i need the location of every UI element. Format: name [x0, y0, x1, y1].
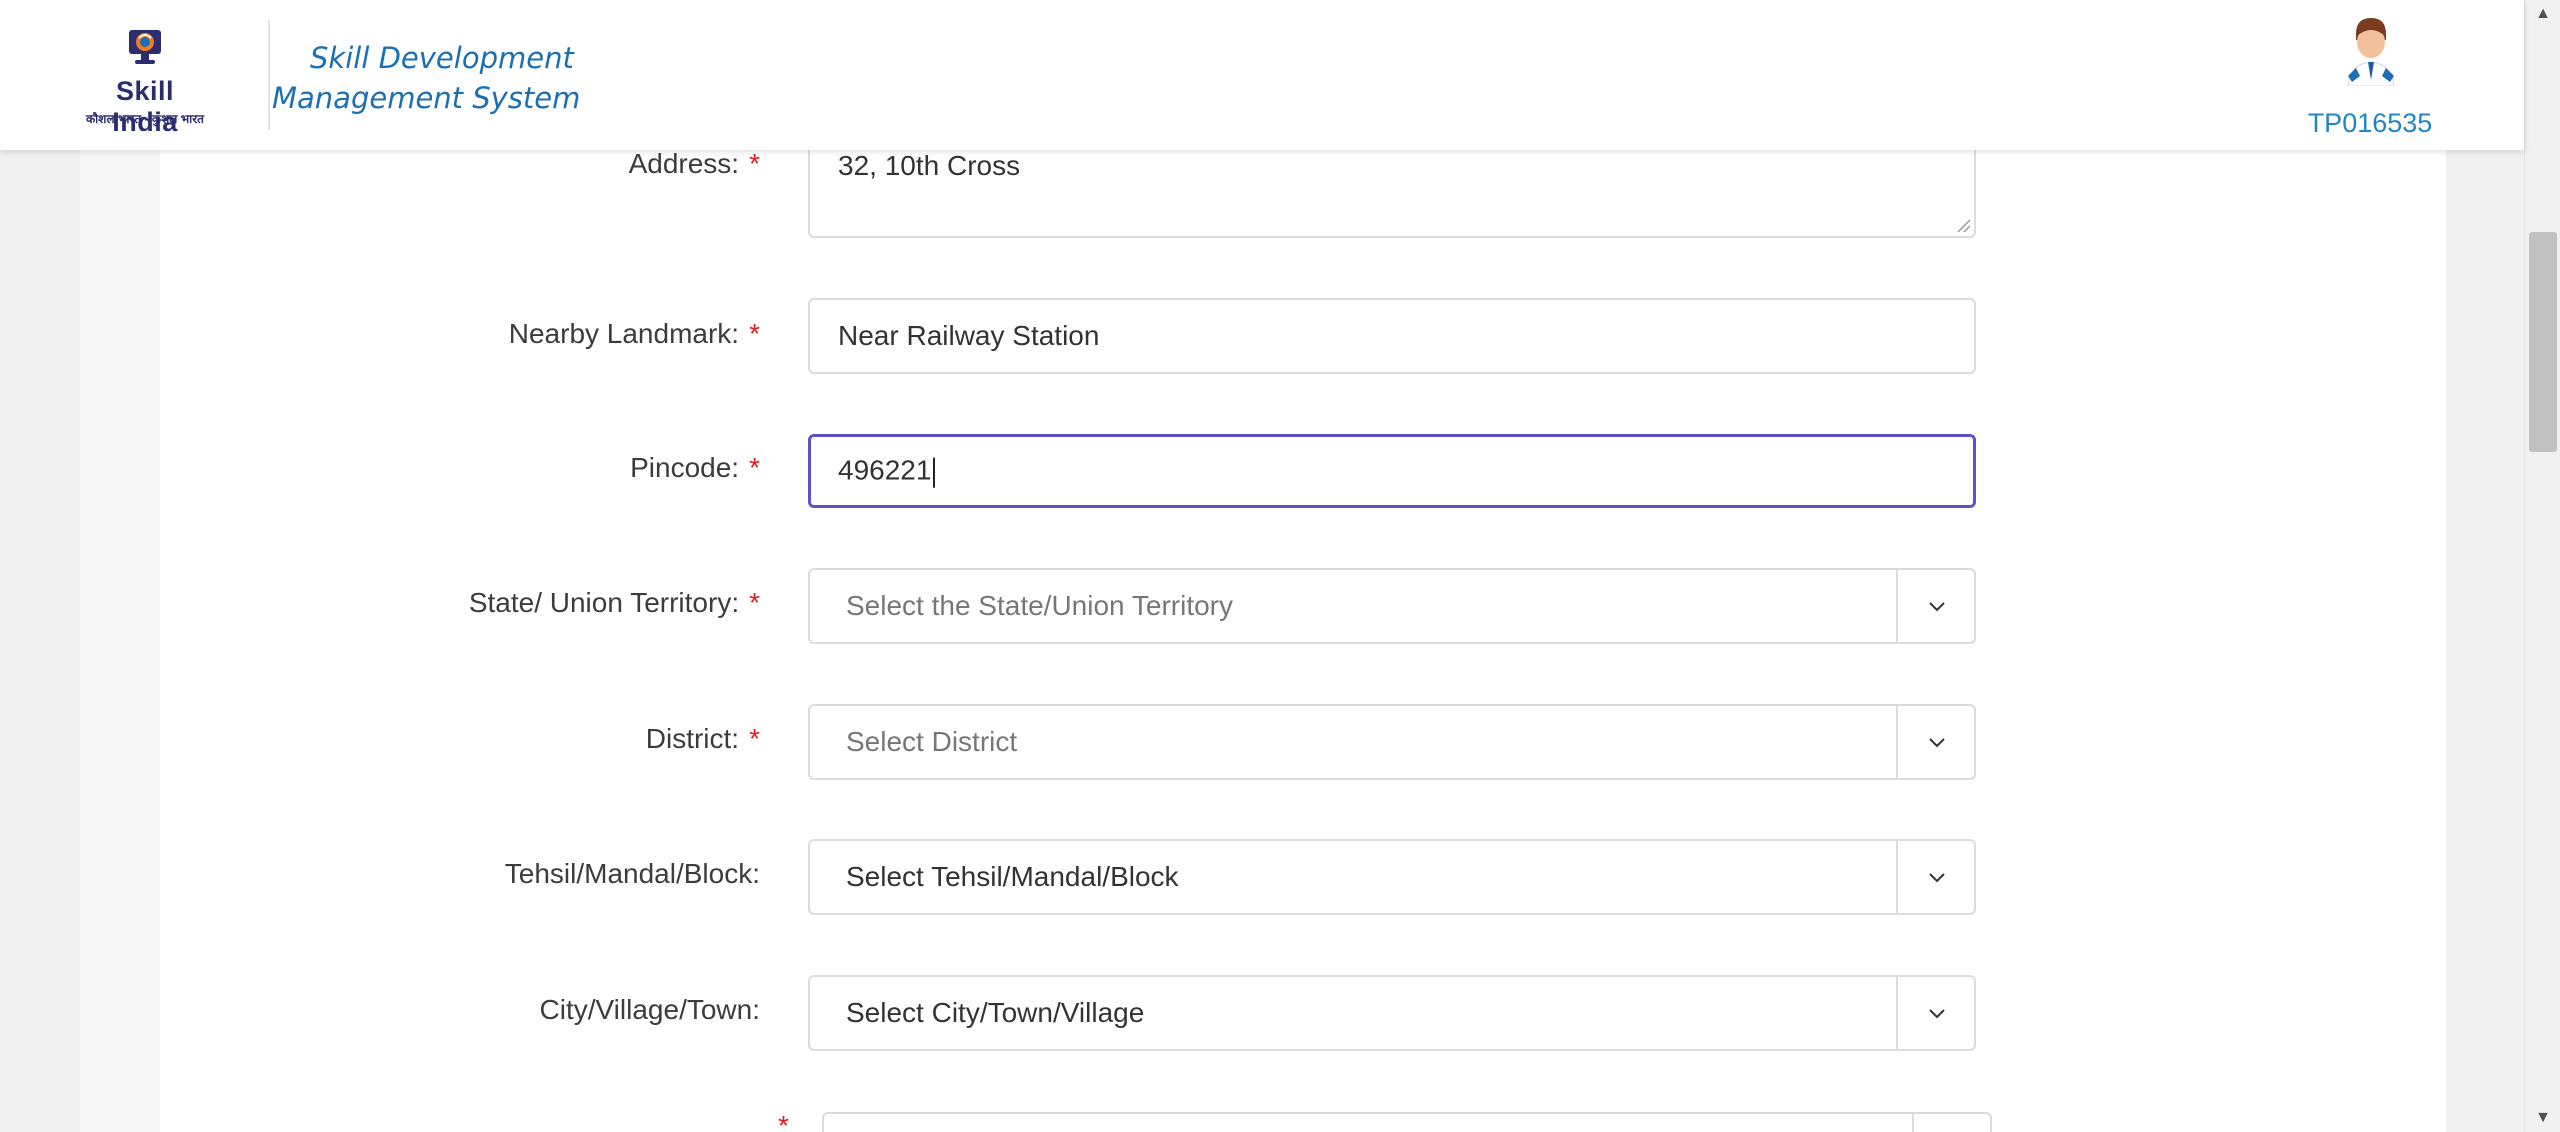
address-label: Address: * [628, 148, 760, 179]
tehsil-label: Tehsil/Mandal/Block: [504, 858, 760, 889]
address-form-card: Address: * 32, 10th Cross Nearby Landmark… [160, 0, 2446, 1132]
skill-india-logo[interactable]: Skill India कौशल भारत - कुशल भारत [80, 24, 210, 137]
required-mark: * [778, 1110, 789, 1132]
district-dropdown-toggle[interactable] [1896, 706, 1974, 778]
landmark-input[interactable]: Near Railway Station [808, 298, 1976, 374]
district-label: District: * [645, 723, 760, 754]
user-id-link[interactable]: TP016535 [2290, 108, 2450, 139]
state-label: State/ Union Territory: * [468, 587, 760, 618]
skill-india-emblem-icon [129, 30, 161, 64]
header-divider [268, 20, 270, 130]
city-label: City/Village/Town: [539, 994, 760, 1025]
chevron-down-icon [1929, 602, 1945, 612]
required-mark: * [749, 452, 760, 483]
logo-tagline: कौशल भारत - कुशल भारत [85, 112, 205, 126]
district-select[interactable]: Select District [808, 704, 1976, 780]
pincode-input[interactable]: 496221 [808, 434, 1976, 508]
chevron-down-icon [1929, 1009, 1945, 1019]
scroll-up-arrow-icon[interactable]: ▲ [2525, 0, 2560, 28]
required-mark: * [749, 587, 760, 618]
landmark-label: Nearby Landmark: * [508, 318, 760, 349]
next-select-partial[interactable] [822, 1112, 1992, 1132]
required-mark: * [749, 318, 760, 349]
tehsil-dropdown-toggle[interactable] [1896, 841, 1974, 913]
chevron-down-icon [1929, 738, 1945, 748]
text-caret [933, 457, 936, 488]
tehsil-select[interactable]: Select Tehsil/Mandal/Block [808, 839, 1976, 915]
required-mark: * [749, 723, 760, 754]
state-dropdown-toggle[interactable] [1896, 570, 1974, 642]
top-header: Skill India कौशल भारत - कुशल भारत Skill … [0, 0, 2524, 150]
scroll-down-arrow-icon[interactable]: ▼ [2525, 1104, 2560, 1132]
system-title: Skill Development Management System [272, 41, 581, 115]
resize-grip-icon[interactable] [1954, 216, 1972, 234]
user-avatar-icon[interactable] [2338, 14, 2404, 86]
city-select[interactable]: Select City/Town/Village [808, 975, 1976, 1051]
chevron-down-icon [1929, 873, 1945, 883]
city-dropdown-toggle[interactable] [1896, 977, 1974, 1049]
required-mark: * [749, 148, 760, 179]
scrollbar-thumb[interactable] [2529, 232, 2557, 452]
next-dropdown-toggle[interactable] [1912, 1114, 1990, 1132]
logo-wordmark: Skill India [112, 76, 178, 137]
pincode-label: Pincode: * [630, 452, 760, 483]
page-scrollbar[interactable]: ▲ ▼ [2524, 0, 2560, 1132]
state-select[interactable]: Select the State/Union Territory [808, 568, 1976, 644]
